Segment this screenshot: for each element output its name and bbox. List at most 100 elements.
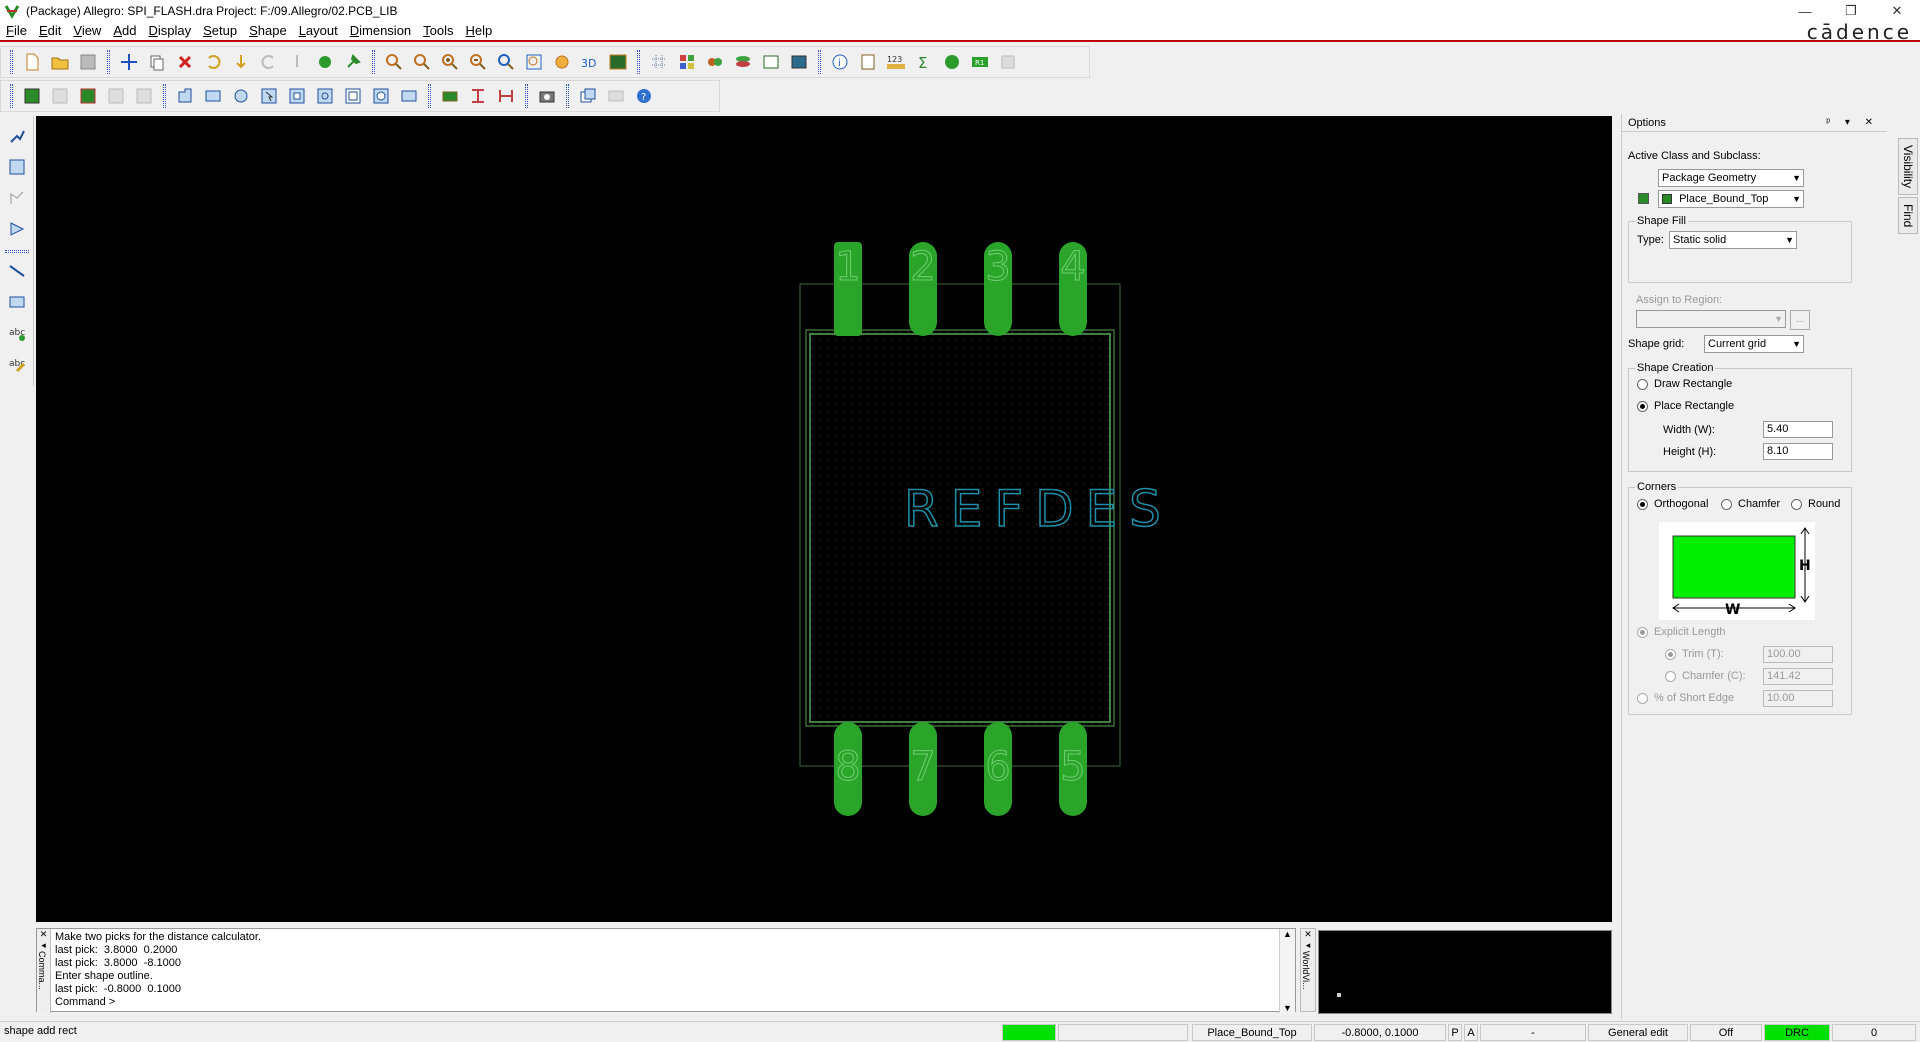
status-a-toggle[interactable]: A [1464,1024,1478,1041]
short-edge-radio[interactable]: % of Short Edge [1637,692,1734,704]
sigma-icon[interactable]: Σ [910,48,938,76]
down-disabled-icon[interactable] [283,48,311,76]
copy-icon[interactable] [143,48,171,76]
status-subclass[interactable]: Place_Bound_Top [1192,1024,1312,1041]
status-p-toggle[interactable]: P [1448,1024,1462,1041]
shape-rectangle-icon[interactable] [199,82,227,110]
subclass-dropdown[interactable]: Place_Bound_Top ▼ [1658,190,1804,208]
design-canvas[interactable]: 1 2 3 4 8 7 6 5 REFDES [36,116,1612,922]
close-button[interactable]: ✕ [1874,0,1920,22]
shape-delete-islands-icon[interactable] [339,82,367,110]
scroll-down-icon[interactable]: ▼ [1280,1003,1295,1013]
add-circle-icon[interactable] [938,48,966,76]
undo-icon[interactable] [199,48,227,76]
place-rectangle-radio[interactable]: Place Rectangle [1637,400,1734,412]
chevron-left-icon[interactable]: ◂ [37,940,50,951]
unrats-icon[interactable] [757,48,785,76]
menu-view[interactable]: View [67,21,107,41]
layer-stack-icon[interactable] [729,48,757,76]
restore-button[interactable]: ❐ [1828,0,1874,22]
subclass-color-swatch[interactable] [1638,193,1649,204]
delay-tune-icon[interactable] [3,184,31,212]
info-icon[interactable]: i [826,48,854,76]
save-icon[interactable] [74,48,102,76]
shape-edit-icon[interactable] [74,82,102,110]
fill-type-dropdown[interactable]: Static solid ▼ [1669,231,1797,249]
zoom-fit-icon[interactable] [408,48,436,76]
scroll-up-icon[interactable]: ▲ [1280,929,1295,939]
disabled-tool-icon[interactable] [994,48,1022,76]
add-rect-icon[interactable] [3,288,31,316]
add-connect-left-icon[interactable] [3,122,31,150]
color-icon[interactable] [673,48,701,76]
minimize-button[interactable]: — [1782,0,1828,22]
shape-select-icon[interactable] [255,82,283,110]
new-file-icon[interactable] [18,48,46,76]
menu-file[interactable]: File [0,21,33,41]
worldview-window[interactable] [1318,930,1612,1014]
add-text-icon[interactable]: abc [3,319,31,347]
dimension-horizontal-icon[interactable] [492,82,520,110]
slide-disabled-icon[interactable] [46,82,74,110]
zoom-previous-icon[interactable] [492,48,520,76]
options-panel-controls[interactable]: ᵖ ▾ ✕ [1826,117,1879,128]
status-off[interactable]: Off [1690,1024,1762,1041]
height-input[interactable]: 8.10 [1763,443,1833,460]
short-edge-input[interactable]: 10.00 [1763,690,1833,707]
orthogonal-radio[interactable]: Orthogonal [1637,498,1708,510]
email-disabled-icon[interactable] [602,82,630,110]
close-icon[interactable]: ✕ [1301,929,1315,940]
tab-visibility[interactable]: Visibility [1898,138,1918,196]
command-window-strip[interactable]: ✕ ◂ Comma... [37,929,51,1013]
chevron-left-icon[interactable]: ◂ [1301,940,1315,951]
shape-edit-boundary-icon[interactable] [311,82,339,110]
redraw-icon[interactable] [548,48,576,76]
menu-help[interactable]: Help [460,21,499,41]
route-icon[interactable] [3,215,31,243]
class-dropdown[interactable]: Package Geometry ▼ [1658,169,1804,187]
menu-shape[interactable]: Shape [243,21,293,41]
add-line-icon[interactable] [3,257,31,285]
menu-edit[interactable]: Edit [33,21,67,41]
move-icon[interactable] [115,48,143,76]
help-icon[interactable]: ? [630,82,658,110]
status-mode[interactable]: General edit [1588,1024,1688,1041]
rats-all-icon[interactable] [785,48,813,76]
tab-find[interactable]: Find [1898,197,1918,235]
menu-display[interactable]: Display [142,21,197,41]
menu-tools[interactable]: Tools [417,21,459,41]
zoom-in-icon[interactable] [436,48,464,76]
zoom-out-icon[interactable] [464,48,492,76]
canvas-3d-icon[interactable] [604,48,632,76]
menu-add[interactable]: Add [107,21,142,41]
menu-setup[interactable]: Setup [197,21,243,41]
round-radio[interactable]: Round [1791,498,1840,510]
chamfer-radio[interactable]: Chamfer [1721,498,1780,510]
redo-icon[interactable] [227,48,255,76]
measure-123-icon[interactable]: 123 [882,48,910,76]
windows-icon[interactable] [574,82,602,110]
shape-circle-icon[interactable] [227,82,255,110]
fix-icon[interactable] [311,48,339,76]
trim-input[interactable]: 100.00 [1763,646,1833,663]
grid-icon[interactable] [645,48,673,76]
camera-icon[interactable] [533,82,561,110]
chamfer-c-radio[interactable]: Chamfer (C): [1665,670,1746,682]
draw-rectangle-radio[interactable]: Draw Rectangle [1637,378,1732,390]
add-connect-icon[interactable] [18,82,46,110]
command-scrollbar[interactable]: ▲ ▼ [1279,929,1295,1013]
shape-manual-void-icon[interactable] [283,82,311,110]
edit-text-icon[interactable]: abc [3,350,31,378]
command-window[interactable]: ✕ ◂ Comma... Make two picks for the dist… [36,928,1296,1013]
shape-polygon-icon[interactable] [171,82,199,110]
open-folder-icon[interactable] [46,48,74,76]
slide-left-icon[interactable] [3,153,31,181]
redo-disabled-icon[interactable] [255,48,283,76]
chamfer-c-input[interactable]: 141.42 [1763,668,1833,685]
pin-icon[interactable] [339,48,367,76]
disabled-2-icon[interactable] [102,82,130,110]
shape-change-type-icon[interactable] [367,82,395,110]
place-component-icon[interactable] [436,82,464,110]
disabled-3-icon[interactable] [130,82,158,110]
shape-grid-dropdown[interactable]: Current grid ▼ [1704,335,1804,353]
